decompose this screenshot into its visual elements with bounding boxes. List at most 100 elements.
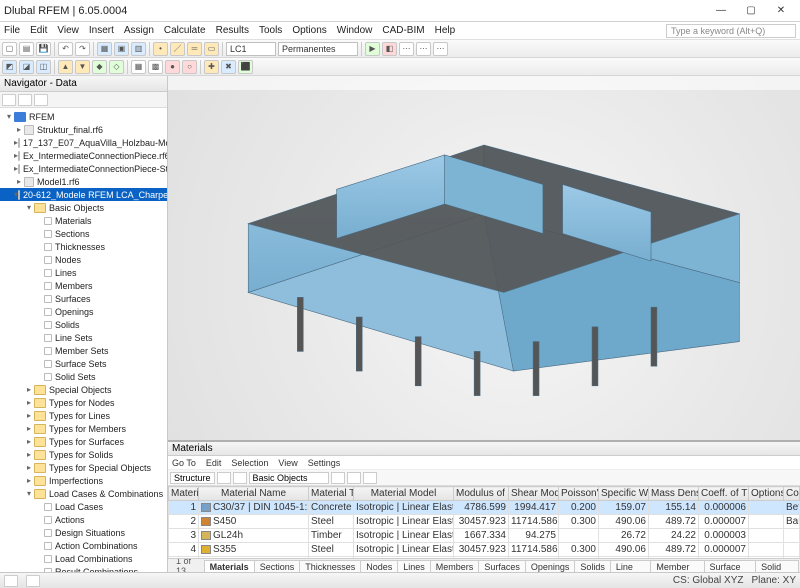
tool-open-icon[interactable]: ▤ — [19, 42, 34, 56]
table-row[interactable]: 1C30/37 | DIN 1045-1:2008-08ConcreteIsot… — [169, 501, 800, 515]
table-tab[interactable]: Sections — [254, 560, 301, 572]
maximize-button[interactable]: ▢ — [736, 1, 766, 21]
tree-item[interactable]: ▸Imperfections — [0, 474, 167, 487]
tool-iso-view-icon[interactable]: ▦ — [97, 42, 112, 56]
tree-item[interactable]: Load Cases — [0, 500, 167, 513]
tree-item[interactable]: ▾20-612_Modele RFEM LCA_Charpente GS.rf5… — [0, 188, 167, 201]
tree-item[interactable]: Result Combinations — [0, 565, 167, 572]
menu-help[interactable]: Help — [435, 25, 456, 36]
tree-item[interactable]: ▸Types for Lines — [0, 409, 167, 422]
tool-new-icon[interactable]: ▢ — [2, 42, 17, 56]
close-button[interactable]: ✕ — [766, 1, 796, 21]
tool2-3-icon[interactable]: ◫ — [36, 60, 51, 74]
tree-item[interactable]: ▸Model1.rf6 — [0, 175, 167, 188]
table-tab[interactable]: Surfaces — [478, 560, 526, 572]
menu-assign[interactable]: Assign — [124, 25, 154, 36]
col-header[interactable]: Comment — [784, 487, 800, 501]
tool2-6-icon[interactable]: ◆ — [92, 60, 107, 74]
search-input[interactable]: Type a keyword (Alt+Q) — [666, 24, 796, 38]
mat-menu-settings[interactable]: Settings — [308, 458, 341, 468]
tool-redo-icon[interactable]: ↷ — [75, 42, 90, 56]
tree-item[interactable]: Lines — [0, 266, 167, 279]
tree-item[interactable]: Thicknesses — [0, 240, 167, 253]
tree-item[interactable]: Member Sets — [0, 344, 167, 357]
tool2-2-icon[interactable]: ◪ — [19, 60, 34, 74]
tree-item[interactable]: Materials — [0, 214, 167, 227]
tree-item[interactable]: Openings — [0, 305, 167, 318]
table-tab[interactable]: Nodes — [360, 560, 398, 572]
table-tab[interactable]: Thicknesses — [299, 560, 361, 572]
col-header[interactable]: Specific Weight γ [lbf/ft³] — [599, 487, 649, 501]
tree-item[interactable]: ▾Basic Objects — [0, 201, 167, 214]
tool-save-icon[interactable]: 💾 — [36, 42, 51, 56]
tool-results-icon[interactable]: ◧ — [382, 42, 397, 56]
table-tab[interactable]: Materials — [204, 560, 255, 572]
sb-btn-2-icon[interactable] — [26, 575, 40, 587]
sb-btn-1-icon[interactable] — [4, 575, 18, 587]
menu-tools[interactable]: Tools — [259, 25, 282, 36]
nav-btn-3-icon[interactable] — [34, 94, 48, 106]
mat-tbtn-4-icon[interactable] — [347, 472, 361, 484]
mat-tbtn-5-icon[interactable] — [363, 472, 377, 484]
tool-more-2-icon[interactable]: ⋯ — [416, 42, 431, 56]
table-tab[interactable]: Openings — [525, 560, 576, 572]
tree-item[interactable]: Surface Sets — [0, 357, 167, 370]
mat-tbtn-3-icon[interactable] — [331, 472, 345, 484]
tree-item[interactable]: Action Combinations — [0, 539, 167, 552]
tool-more-3-icon[interactable]: ⋯ — [433, 42, 448, 56]
tool2-8-icon[interactable]: ▦ — [131, 60, 146, 74]
materials-tabs[interactable]: 1 of 13 MaterialsSectionsThicknessesNode… — [168, 558, 800, 572]
table-tab[interactable]: Member Sets — [650, 560, 704, 572]
mat-menu-goto[interactable]: Go To — [172, 458, 196, 468]
col-header[interactable]: Options — [749, 487, 784, 501]
tool-undo-icon[interactable]: ↶ — [58, 42, 73, 56]
tree-item[interactable]: ▾Load Cases & Combinations — [0, 487, 167, 500]
tree-item[interactable]: Nodes — [0, 253, 167, 266]
tool-top-view-icon[interactable]: ▣ — [114, 42, 129, 56]
structure-combo[interactable]: Structure — [170, 472, 215, 484]
col-header[interactable]: Mass Density ρ [lb/ft³] — [649, 487, 699, 501]
menu-edit[interactable]: Edit — [30, 25, 47, 36]
table-row[interactable]: 2S450SteelIsotropic | Linear Elastic3045… — [169, 515, 800, 529]
col-header[interactable]: Poisson's Ratio ν [-] — [559, 487, 599, 501]
table-tab[interactable]: Members — [430, 560, 480, 572]
menu-file[interactable]: File — [4, 25, 20, 36]
loadcase-combo[interactable]: LC1 — [226, 42, 276, 56]
tree-item[interactable]: ▸Ex_IntermediateConnectionPiece-SteelJoi… — [0, 162, 167, 175]
tree-item[interactable]: Surfaces — [0, 292, 167, 305]
tool2-10-icon[interactable]: ● — [165, 60, 180, 74]
tree-item[interactable]: ▸Types for Solids — [0, 448, 167, 461]
col-header[interactable]: Modulus of Elast. E [ksi] — [454, 487, 509, 501]
col-header[interactable]: Material Model — [354, 487, 454, 501]
tree-item[interactable]: ▾RFEM — [0, 110, 167, 123]
col-header[interactable]: Coeff. of Th. Exp. α [1/°F] — [699, 487, 749, 501]
menu-calculate[interactable]: Calculate — [164, 25, 206, 36]
tree-item[interactable]: Sections — [0, 227, 167, 240]
menu-cadbim[interactable]: CAD-BIM — [382, 25, 424, 36]
tool2-14-icon[interactable]: ⬛ — [238, 60, 253, 74]
tree-item[interactable]: Solids — [0, 318, 167, 331]
menu-view[interactable]: View — [57, 25, 79, 36]
tool2-9-icon[interactable]: ▩ — [148, 60, 163, 74]
tool2-13-icon[interactable]: ✖ — [221, 60, 236, 74]
tool-node-icon[interactable]: • — [153, 42, 168, 56]
tree-item[interactable]: Load Combinations — [0, 552, 167, 565]
table-tab[interactable]: Solid Sets — [755, 560, 799, 572]
tool-line-icon[interactable]: ／ — [170, 42, 185, 56]
navigator-tree[interactable]: ▾RFEM▸Struktur_final.rf6▸17_137_E07_Aqua… — [0, 108, 167, 572]
table-tab[interactable]: Lines — [397, 560, 431, 572]
tree-item[interactable]: ▸Types for Members — [0, 422, 167, 435]
tool-member-icon[interactable]: ═ — [187, 42, 202, 56]
tree-item[interactable]: ▸Struktur_final.rf6 — [0, 123, 167, 136]
menu-window[interactable]: Window — [337, 25, 373, 36]
menu-insert[interactable]: Insert — [89, 25, 114, 36]
tree-item[interactable]: Members — [0, 279, 167, 292]
tree-item[interactable]: ▸Types for Nodes — [0, 396, 167, 409]
loadset-combo[interactable]: Permanentes — [278, 42, 358, 56]
col-header[interactable]: Shear Modulus G [ksi] — [509, 487, 559, 501]
col-header[interactable]: Material Name — [199, 487, 309, 501]
tree-item[interactable]: Actions — [0, 513, 167, 526]
mat-menu-selection[interactable]: Selection — [231, 458, 268, 468]
viewport-3d[interactable] — [168, 76, 800, 440]
tool2-11-icon[interactable]: ○ — [182, 60, 197, 74]
